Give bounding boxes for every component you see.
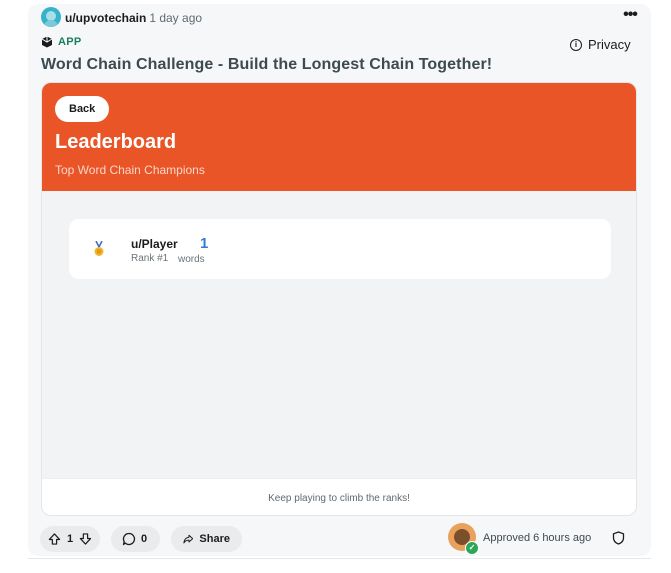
leaderboard-entry: u/Player Rank #1 1 words — [69, 219, 611, 279]
leaderboard-banner: Back Leaderboard Top Word Chain Champion… — [42, 83, 636, 191]
app-frame: Back Leaderboard Top Word Chain Champion… — [41, 82, 637, 516]
vote-count: 1 — [66, 533, 74, 545]
app-badge-label: APP — [58, 36, 82, 48]
score-unit: words — [178, 254, 205, 265]
author-link[interactable]: u/upvotechain — [65, 11, 146, 25]
more-options-button[interactable]: ••• — [620, 6, 640, 26]
share-label: Share — [199, 533, 230, 545]
back-button[interactable]: Back — [55, 96, 110, 122]
privacy-label: Privacy — [588, 37, 631, 52]
share-button[interactable]: Share — [171, 526, 242, 552]
comment-icon — [122, 532, 136, 546]
player-name: u/Player — [131, 237, 178, 251]
leaderboard-footer: Keep playing to climb the ranks! — [42, 478, 636, 515]
shield-icon[interactable] — [612, 531, 625, 545]
avatar-body — [44, 20, 58, 27]
app-icon — [41, 36, 53, 48]
comments-button[interactable]: 0 — [111, 526, 160, 552]
info-icon: i — [570, 38, 582, 51]
post-title[interactable]: Word Chain Challenge - Build the Longest… — [41, 56, 492, 74]
leaderboard-title: Leaderboard — [55, 131, 177, 153]
upvote-icon[interactable] — [48, 532, 61, 546]
player-rank: Rank #1 — [131, 253, 169, 264]
approval-status: Approved 6 hours ago — [483, 532, 592, 544]
share-icon — [183, 534, 194, 544]
comment-count: 0 — [141, 533, 148, 545]
post-time: · 1 day ago — [142, 11, 203, 25]
footer-message: Keep playing to climb the ranks! — [268, 493, 410, 504]
author-avatar[interactable] — [41, 7, 61, 27]
app-badge: APP — [41, 36, 82, 48]
vote-control: 1 — [40, 526, 100, 552]
divider — [28, 558, 651, 559]
medal-icon — [94, 241, 104, 256]
player-score: 1 — [200, 235, 209, 252]
leaderboard-subtitle: Top Word Chain Champions — [55, 163, 205, 177]
check-icon: ✓ — [465, 541, 479, 555]
downvote-icon[interactable] — [79, 532, 92, 546]
privacy-link[interactable]: i Privacy — [570, 37, 631, 52]
